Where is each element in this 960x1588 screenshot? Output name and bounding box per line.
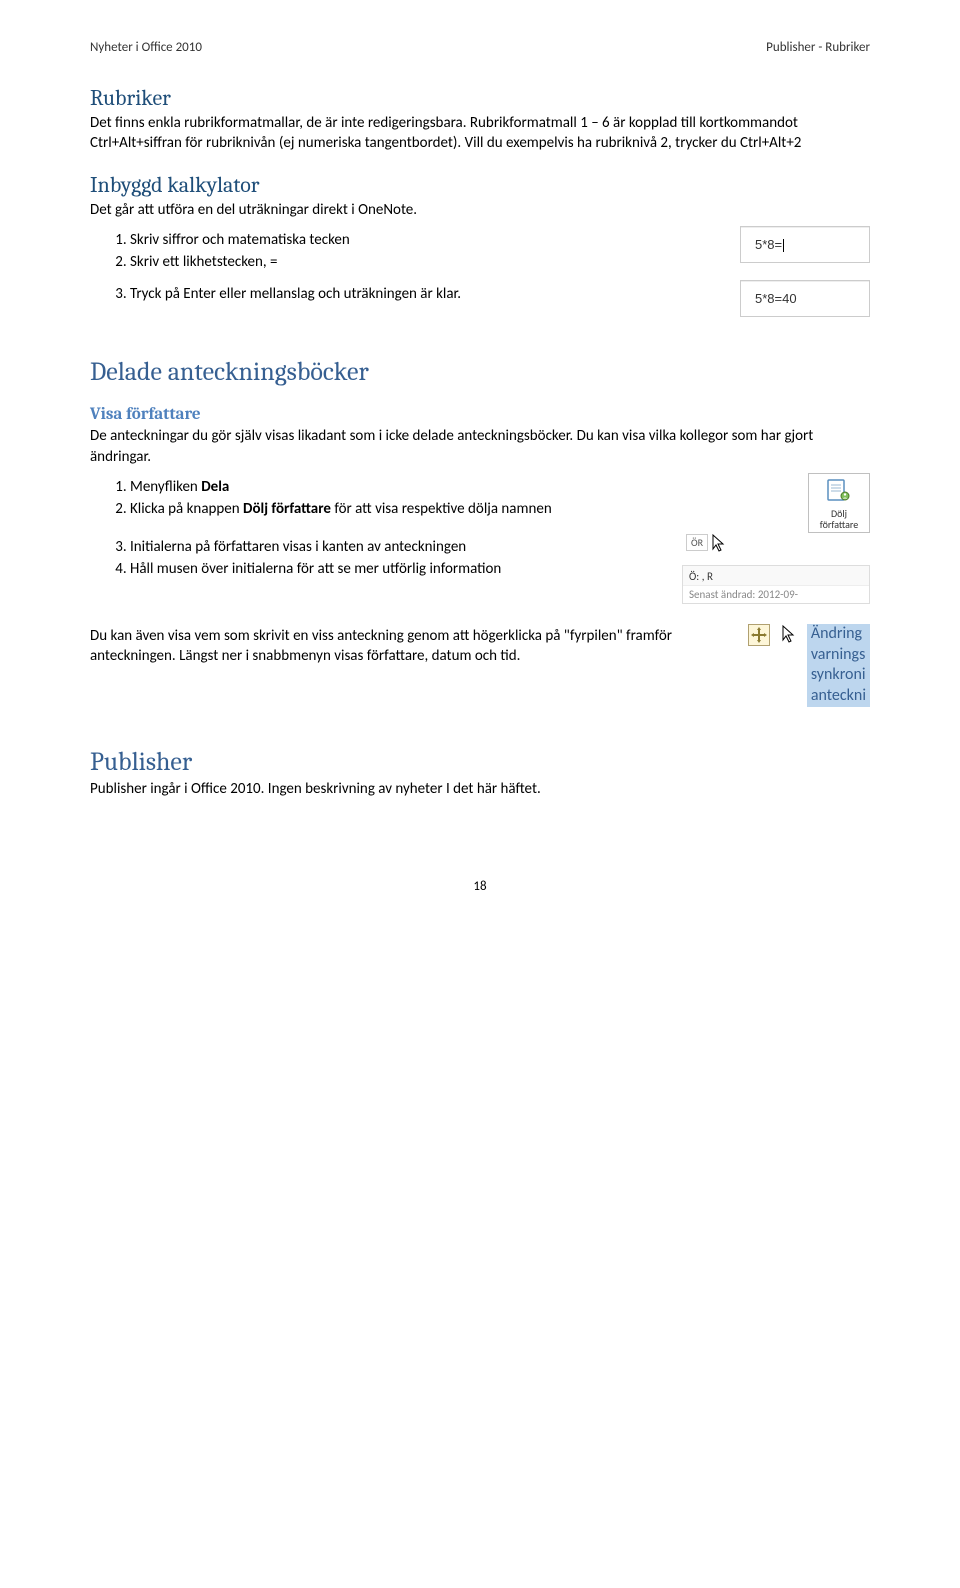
list-item: Initialerna på författaren visas i kante… [130, 537, 662, 557]
calc-value-1: 5*8= [755, 237, 782, 252]
calc-value-2: 5*8=40 [755, 291, 797, 306]
cursor-pointer-icon [711, 533, 727, 553]
header-left: Nyheter i Office 2010 [90, 40, 202, 55]
calc-input-box-2: 5*8=40 [740, 280, 870, 317]
publisher-paragraph: Publisher ingår i Office 2010. Ingen bes… [90, 779, 870, 799]
list-item: Skriv siffror och matematiska tecken [130, 230, 720, 250]
highlight-line: varnings [807, 645, 870, 666]
highlight-line: anteckni [807, 686, 870, 707]
list-item: Håll musen över initialerna för att se m… [130, 559, 662, 579]
heading-rubriker: Rubriker [90, 85, 870, 111]
author-initials-row: ÖR [682, 533, 727, 553]
author-tooltip-line1: Ö: , R [689, 570, 713, 583]
list-item: Klicka på knappen Dölj författare för at… [130, 499, 788, 519]
text-cursor [783, 239, 784, 252]
highlighted-text-block: Ändring varnings synkroni anteckni [807, 624, 870, 707]
heading-delade: Delade anteckningsböcker [90, 357, 870, 387]
visa-paragraph-1: De anteckningar du gör själv visas likad… [90, 426, 870, 467]
document-person-icon [825, 478, 853, 506]
highlight-line: synkroni [807, 665, 870, 686]
four-arrow-move-handle[interactable] [748, 624, 770, 646]
visa-paragraph-2: Du kan även visa vem som skrivit en viss… [90, 626, 728, 667]
page-number: 18 [90, 879, 870, 894]
hide-authors-button[interactable]: Dölj författare [808, 473, 870, 533]
cursor-pointer-icon [781, 624, 797, 644]
move-handle-and-highlight: Ändring varnings synkroni anteckni [748, 624, 870, 707]
author-tooltip: Ö: , R Senast ändrad: 2012-09- [682, 565, 870, 604]
hide-authors-label: Dölj författare [820, 507, 859, 531]
kalkylator-paragraph: Det går att utföra en del uträkningar di… [90, 200, 870, 220]
heading-visa-forfattare: Visa författare [90, 405, 870, 424]
rubriker-paragraph: Det finns enkla rubrikformatmallar, de ä… [90, 113, 870, 154]
list-item: Menyfliken Dela [130, 477, 788, 497]
heading-publisher: Publisher [90, 747, 870, 777]
heading-kalkylator: Inbyggd kalkylator [90, 172, 870, 198]
list-item: Skriv ett likhetstecken, = [130, 252, 720, 272]
author-tooltip-modified: Senast ändrad: 2012-09- [689, 588, 798, 601]
list-item: Tryck på Enter eller mellanslag och uträ… [130, 284, 720, 304]
calc-input-box-1: 5*8= [740, 226, 870, 263]
author-initials-tag: ÖR [686, 534, 708, 551]
highlight-line: Ändring [807, 624, 870, 645]
header-right: Publisher - Rubriker [766, 40, 870, 55]
